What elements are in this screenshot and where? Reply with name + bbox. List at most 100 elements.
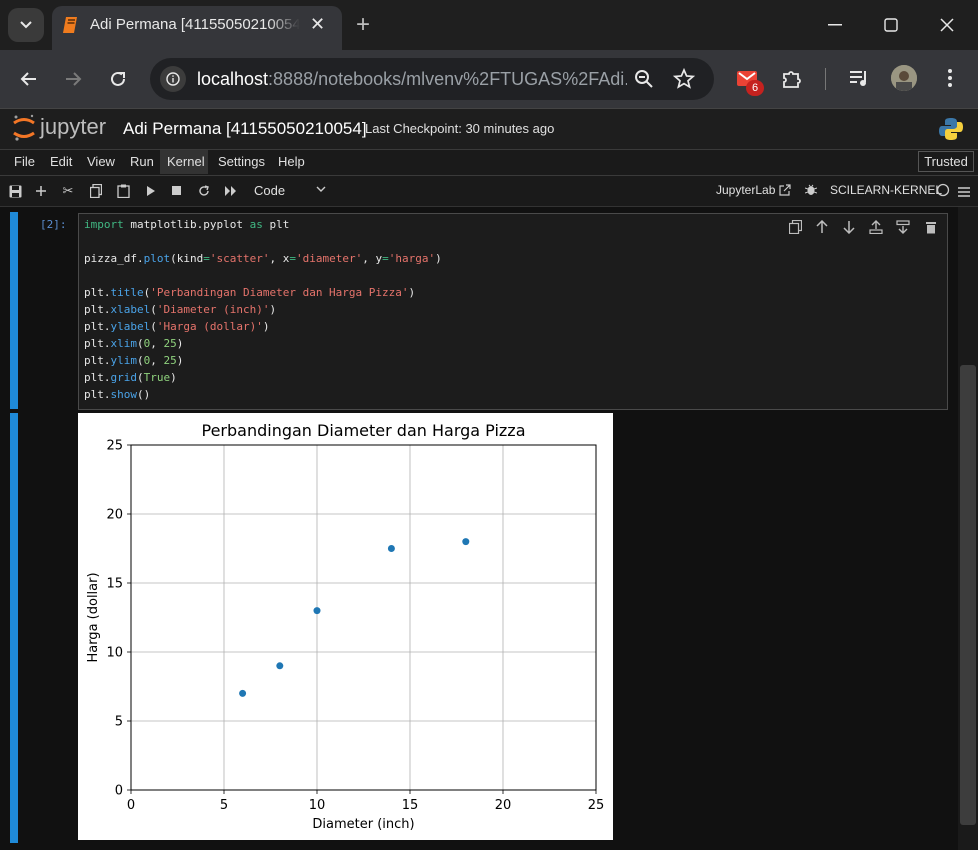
tab-search-button[interactable] [8, 8, 44, 42]
menu-settings[interactable]: Settings [218, 154, 265, 169]
scatter-chart: 0 5 10 15 20 25 0 5 10 15 20 25 Perbandingan Diamet… [86, 421, 605, 832]
fast-forward-icon[interactable] [222, 182, 240, 200]
kernel-name[interactable]: SCILEARN-KERNEL [830, 183, 942, 197]
menu-help[interactable]: Help [278, 154, 305, 169]
forward-arrow-icon[interactable] [58, 64, 88, 94]
move-down-icon[interactable] [840, 218, 858, 236]
x-tick-label: 20 [495, 798, 512, 813]
scatter-point [276, 662, 284, 670]
y-tick-label: 0 [115, 784, 123, 799]
code-token: plt. [84, 286, 111, 299]
reload-icon[interactable] [103, 64, 133, 94]
jupyter-logo-text: jupyter [40, 114, 107, 139]
cell-type-select[interactable]: Code [254, 183, 285, 198]
insert-below-icon[interactable] [894, 218, 912, 236]
delete-cell-icon[interactable] [922, 218, 940, 236]
minimize-icon[interactable] [810, 10, 860, 40]
cut-icon[interactable]: ✂ [59, 182, 77, 200]
copy-icon[interactable] [87, 182, 105, 200]
code-token: ( [137, 354, 144, 367]
new-tab-icon[interactable]: + [356, 11, 370, 39]
code-token: ( [150, 320, 157, 333]
restart-icon[interactable] [195, 182, 213, 200]
code-token: plt. [84, 320, 111, 333]
output-figure: 0 5 10 15 20 25 0 5 10 15 20 25 Perbandingan Diamet… [78, 413, 613, 840]
move-up-icon[interactable] [813, 218, 831, 236]
code-token: plot [143, 252, 171, 265]
chevron-down-icon[interactable] [316, 182, 326, 196]
code-token: 'Diameter (inch)' [156, 303, 270, 316]
x-axis-label: Diameter (inch) [312, 817, 414, 832]
maximize-icon[interactable] [866, 10, 916, 40]
notebook-favicon-icon [62, 15, 80, 40]
x-tick-label: 25 [588, 798, 605, 813]
input-collapser[interactable] [10, 212, 18, 409]
tab-close-icon[interactable]: ✕ [310, 14, 325, 35]
external-link-icon[interactable] [779, 183, 791, 201]
code-token: ) [435, 252, 442, 265]
chart-title: Perbandingan Diameter dan Harga Pizza [201, 421, 525, 440]
trusted-indicator[interactable]: Trusted [918, 151, 974, 172]
code-token: () [137, 388, 151, 401]
zoom-icon[interactable] [634, 69, 654, 94]
y-tick-label: 25 [106, 439, 123, 454]
media-control-icon[interactable] [848, 67, 870, 94]
run-icon[interactable] [142, 182, 160, 200]
y-axis-label: Harga (dollar) [86, 572, 101, 662]
menu-view[interactable]: View [87, 154, 115, 169]
paste-icon[interactable] [114, 182, 132, 200]
site-info-icon[interactable] [160, 66, 186, 92]
notebook-title[interactable]: Adi Permana [41155050210054] [123, 119, 367, 139]
stop-icon[interactable] [168, 182, 186, 200]
code-token: title [110, 286, 144, 299]
scatter-point [239, 689, 247, 697]
code-token: , [150, 354, 164, 367]
menu-file[interactable]: File [14, 154, 35, 169]
code-token: = [382, 252, 389, 265]
scatter-point [387, 545, 395, 552]
code-token: grid [110, 371, 138, 384]
url-text[interactable]: localhost:8888/notebooks/mlvenv%2FTUGAS%… [197, 69, 627, 90]
debugger-bug-icon[interactable] [804, 183, 818, 201]
extensions-puzzle-icon[interactable] [780, 66, 804, 95]
bookmark-star-icon[interactable] [672, 67, 696, 95]
code-token: ( [137, 337, 144, 350]
add-cell-icon[interactable] [32, 182, 50, 200]
code-token: ) [262, 320, 270, 333]
jupyterlab-link[interactable]: JupyterLab [716, 183, 775, 197]
menu-kernel[interactable]: Kernel [167, 154, 205, 169]
jupyter-logo-icon[interactable] [12, 114, 36, 147]
code-token: ylim [110, 354, 138, 367]
x-tick-label: 15 [402, 798, 419, 813]
code-line: pizza_df.plot(kind='scatter', x='diamete… [84, 252, 442, 265]
code-token: , [150, 337, 164, 350]
code-line: plt.title('Perbandingan Diameter dan Har… [84, 286, 415, 299]
menu-edit[interactable]: Edit [50, 154, 72, 169]
profile-avatar[interactable] [891, 65, 917, 91]
output-collapser[interactable] [10, 413, 18, 843]
browser-menu-icon[interactable] [942, 66, 958, 95]
code-token: show [110, 388, 138, 401]
close-window-icon[interactable] [922, 10, 972, 40]
back-arrow-icon[interactable] [14, 64, 44, 94]
insert-above-icon[interactable] [867, 218, 885, 236]
code-token: ( [150, 303, 157, 316]
code-token: plt. [84, 371, 111, 384]
scrollbar-thumb[interactable] [960, 365, 976, 825]
code-token: 'diameter' [295, 252, 363, 265]
code-token: matplotlib.pyplot [123, 218, 250, 231]
last-checkpoint: Last Checkpoint: 30 minutes ago [365, 121, 555, 136]
code-token: True [143, 371, 171, 384]
chevron-down-icon [20, 21, 32, 29]
y-tick-label: 15 [106, 577, 123, 592]
code-token: ) [408, 286, 416, 299]
code-token: ( [137, 371, 144, 384]
settings-menu-icon[interactable] [958, 184, 970, 202]
code-token: ) [176, 337, 184, 350]
menu-run[interactable]: Run [130, 154, 154, 169]
duplicate-cell-icon[interactable] [786, 218, 804, 236]
code-token: plt. [84, 337, 111, 350]
save-icon[interactable] [6, 182, 24, 200]
extension-badge: 6 [746, 80, 764, 96]
code-line: plt.ylabel('Harga (dollar)') [84, 320, 269, 333]
